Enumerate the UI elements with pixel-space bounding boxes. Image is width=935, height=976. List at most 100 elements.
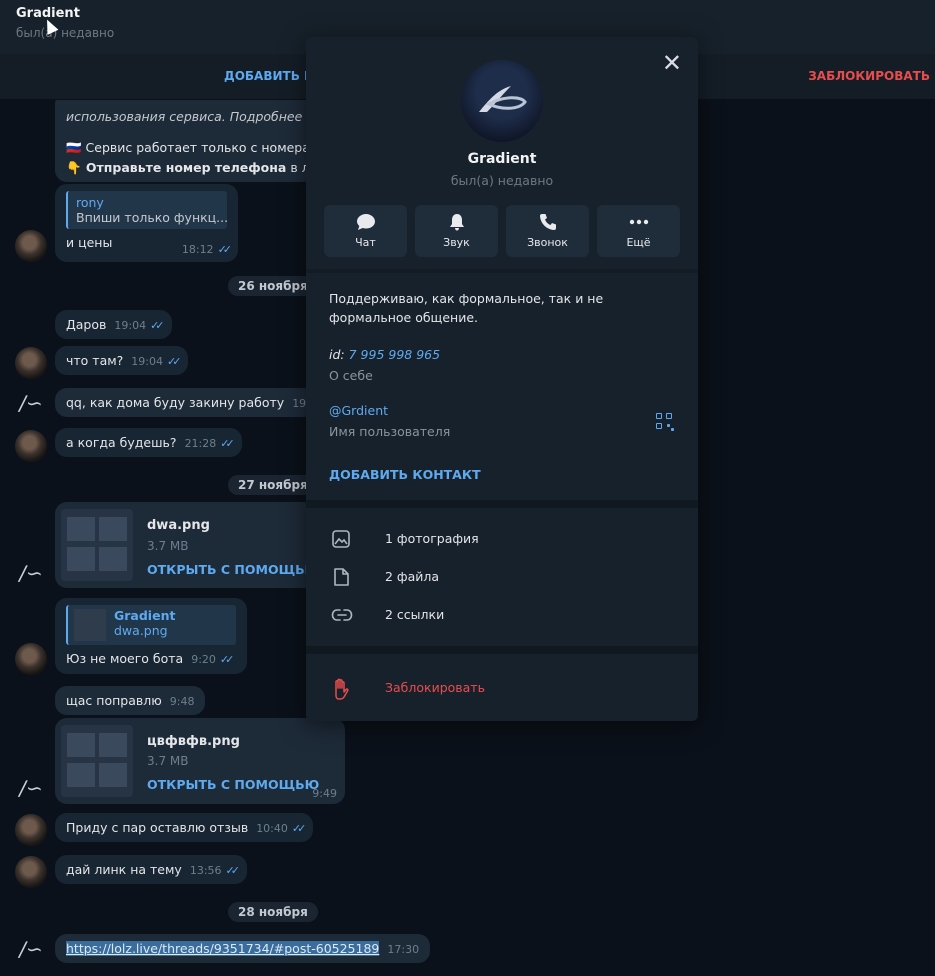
link-icon [331,605,353,625]
avatar[interactable] [15,814,47,846]
id-line[interactable]: id: 7 995 998 965 [329,347,440,362]
date-separator: 27 ноября [228,475,318,495]
divider [306,269,698,273]
media-row-label: 2 ссылки [385,607,445,622]
quote-author: Gradient [114,608,176,623]
avatar[interactable] [15,430,47,462]
block-user-label: Заблокировать [385,680,485,695]
media-row-links[interactable]: 2 ссылки [306,596,698,634]
message-bubble[interactable]: Даров 19:04 ✓✓ [55,310,172,339]
read-ticks-icon: ✓✓ [150,319,165,332]
avatar-logo[interactable]: ∕∽ [15,387,47,419]
avatar-logo[interactable]: ∕∽ [15,557,47,589]
add-contact-link[interactable]: ДОБАВИТЬ К [224,69,314,83]
profile-avatar[interactable] [461,60,543,142]
media-row-photos[interactable]: 1 фотография [306,520,698,558]
message-bubble[interactable]: Приду с пар оставлю отзыв 10:40 ✓✓ [55,813,314,842]
file-name: dwa.png [147,518,210,533]
file-thumbnail[interactable] [61,725,133,797]
message-bubble[interactable]: использования сервиса. Подробнее в р 🇷🇺 … [55,100,336,182]
message-time: 21:28 [184,437,217,450]
read-ticks-icon: ✓✓ [291,822,307,835]
quote-thumbnail [74,609,106,641]
chat-button[interactable]: Чат [324,205,407,257]
message-text: а когда будешь? [66,435,177,450]
username[interactable]: @Grdient [329,403,388,418]
chat-button-label: Чат [355,236,376,249]
message-text: Даров [66,317,107,332]
file-icon [331,567,351,587]
media-row-label: 2 файла [385,569,440,584]
date-separator: 28 ноября [228,902,318,922]
file-message[interactable]: dwa.png 3.7 MB ОТКРЫТЬ С ПОМОЩЬЮ [55,502,319,588]
message-time: 17:30 [387,943,420,956]
message-text-bold: 👇 Отправьте номер телефона [66,160,287,175]
more-button[interactable]: Ещё [597,205,680,257]
add-contact-button[interactable]: ДОБАВИТЬ КОНТАКТ [329,467,481,482]
avatar[interactable] [15,856,47,888]
message-bubble[interactable]: qq, как дома буду закину работу 19:1 [55,388,317,417]
divider [306,646,698,654]
qr-code-icon[interactable] [656,413,674,431]
quote-text: dwa.png [114,623,168,638]
file-message[interactable]: цвфвфв.png 3.7 MB ОТКРЫТЬ С ПОМОЩЬЮ 9:49 [55,718,345,804]
message-text: Приду с пар оставлю отзыв [66,820,249,835]
bio-caption: О себе [329,368,373,383]
message-time: 18:12 [181,243,214,256]
block-user-link[interactable]: ЗАБЛОКИРОВАТЬ [808,69,930,83]
read-ticks-icon: ✓✓ [217,243,233,256]
avatar[interactable] [15,643,47,675]
message-text: qq, как дома буду закину работу [66,395,285,410]
bio-text[interactable]: Поддерживаю, как формальное, так и не фо… [329,289,679,327]
date-separator: 26 ноября [228,276,318,296]
message-bubble[interactable]: а когда будешь? 21:28 ✓✓ [55,428,242,457]
message-time: 9:48 [169,695,195,708]
open-with-link[interactable]: ОТКРЫТЬ С ПОМОЩЬЮ [147,777,319,792]
gradient-logo-icon [479,86,527,112]
block-user-button[interactable]: Заблокировать [306,669,698,707]
profile-status: был(а) недавно [450,173,554,188]
more-icon [597,213,680,235]
reply-quote[interactable]: Gradient dwa.png [66,605,236,645]
read-ticks-icon: ✓✓ [167,355,182,368]
media-row-files[interactable]: 2 файла [306,558,698,596]
message-bubble[interactable]: щас поправлю 9:48 [55,686,206,715]
call-button[interactable]: Звонок [506,205,589,257]
avatar-logo[interactable]: ∕∽ [15,772,47,804]
message-bubble[interactable]: дай линк на тему 13:56 ✓✓ [55,855,247,884]
file-thumbnail[interactable] [61,509,133,581]
message-text: использования сервиса. Подробнее в р [66,109,326,124]
sound-button[interactable]: Звук [415,205,498,257]
file-size: 3.7 MB [147,539,189,553]
message-time: 10:40 [256,822,288,835]
message-link[interactable]: https://lolz.live/threads/9351734/#post-… [66,941,380,956]
message-bubble[interactable]: https://lolz.live/threads/9351734/#post-… [55,934,431,963]
reply-quote[interactable]: rony Впиши только функц... [66,191,228,229]
message-text: 🇷🇺 Сервис работает только с номерам [66,140,320,155]
message-bubble[interactable]: что там? 19:04 ✓✓ [55,346,189,375]
message-time: 19:04 [131,355,163,368]
hand-stop-icon [331,678,351,700]
message-text: Юз не моего бота [66,651,184,666]
username-caption: Имя пользователя [329,424,451,439]
avatar-logo[interactable]: ∕∽ [15,933,47,965]
avatar[interactable] [15,230,47,262]
quote-author: rony [76,195,104,210]
open-with-link[interactable]: ОТКРЫТЬ С ПОМОЩЬЮ [147,562,319,577]
chat-icon [324,213,407,235]
call-button-label: Звонок [527,236,568,249]
file-name: цвфвфв.png [147,734,240,749]
more-button-label: Ещё [626,236,651,249]
message-text: что там? [66,353,124,368]
id-value: 7 995 998 965 [348,347,441,362]
avatar[interactable] [15,347,47,379]
message-time: 9:20 [191,653,216,666]
read-ticks-icon: ✓✓ [219,653,235,666]
message-bubble[interactable]: Gradient dwa.png Юз не моего бота 9:20 ✓✓ [55,598,247,674]
message-bubble[interactable]: rony Впиши только функц... и цены 18:12 ✓… [55,184,238,262]
close-icon[interactable]: ✕ [662,51,682,75]
divider [306,500,698,508]
message-time: 9:49 [312,787,337,800]
phone-icon [506,213,589,235]
sound-button-label: Звук [443,236,470,249]
